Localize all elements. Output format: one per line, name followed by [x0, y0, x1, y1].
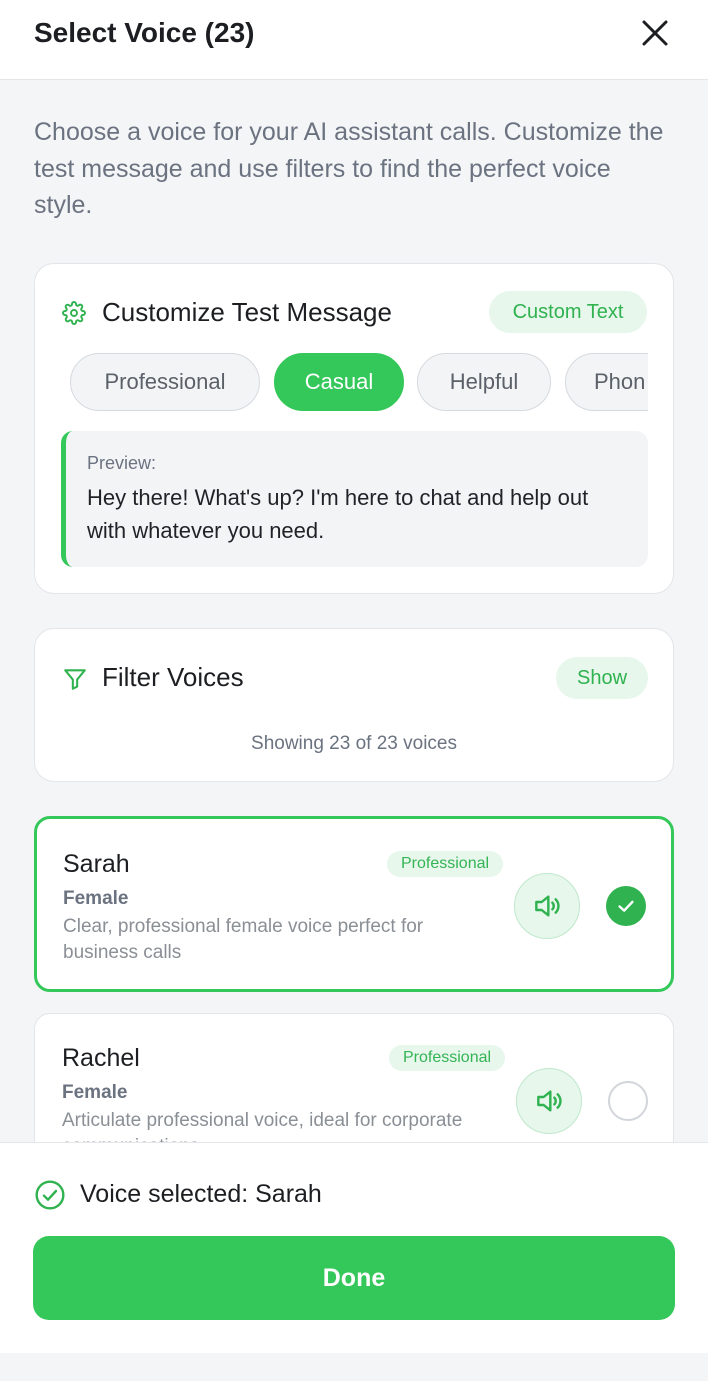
voice-radio-selected[interactable]	[606, 886, 646, 926]
voice-name: Rachel	[62, 1044, 140, 1072]
chip-helpful[interactable]: Helpful	[417, 353, 551, 411]
filter-title: Filter Voices	[102, 662, 244, 692]
intro-text: Choose a voice for your AI assistant cal…	[34, 118, 664, 219]
close-button[interactable]	[634, 12, 676, 54]
voice-gender: Female	[62, 1082, 128, 1103]
chip-casual[interactable]: Casual	[274, 353, 404, 411]
modal-header: Select Voice (23)	[0, 0, 708, 80]
voice-name: Sarah	[63, 850, 130, 878]
chip-professional[interactable]: Professional	[70, 353, 260, 411]
voice-count-text: Showing 23 of 23 voices	[251, 733, 457, 754]
message-chip-row: Professional Casual Helpful Phon	[70, 353, 648, 413]
voice-radio-unselected[interactable]	[608, 1081, 648, 1121]
preview-label: Preview:	[87, 453, 157, 473]
voice-card-sarah[interactable]: Sarah Professional Female Clear, profess…	[34, 816, 674, 992]
show-filters-button[interactable]: Show	[556, 657, 648, 699]
customize-title: Customize Test Message	[102, 297, 392, 327]
play-sample-button[interactable]	[514, 873, 580, 939]
filter-icon	[64, 669, 86, 690]
customize-card: Customize Test Message Custom Text Profe…	[34, 263, 674, 594]
gear-icon	[62, 301, 86, 325]
voice-tag: Professional	[387, 851, 504, 877]
voice-description: Clear, professional female voice perfect…	[63, 916, 424, 963]
check-icon	[618, 900, 634, 912]
selected-voice-text: Voice selected: Sarah	[80, 1180, 322, 1208]
preview-text: Hey there! What's up? I'm here to chat a…	[87, 485, 589, 543]
voice-gender: Female	[63, 888, 129, 909]
chip-phone[interactable]: Phon	[565, 353, 648, 411]
message-preview: Preview: Hey there! What's up? I'm here …	[61, 431, 648, 567]
custom-text-button[interactable]: Custom Text	[489, 291, 647, 333]
filter-card: Filter Voices Show Showing 23 of 23 voic…	[34, 628, 674, 782]
close-icon	[642, 20, 668, 46]
play-sample-button[interactable]	[516, 1068, 582, 1134]
check-circle-icon	[35, 1180, 65, 1210]
footer-bar: Voice selected: Sarah Done	[0, 1142, 708, 1353]
done-button[interactable]: Done	[33, 1236, 675, 1320]
speaker-icon	[535, 895, 560, 917]
voice-tag: Professional	[389, 1045, 506, 1071]
page-title: Select Voice (23)	[34, 17, 255, 48]
speaker-icon	[537, 1090, 562, 1112]
